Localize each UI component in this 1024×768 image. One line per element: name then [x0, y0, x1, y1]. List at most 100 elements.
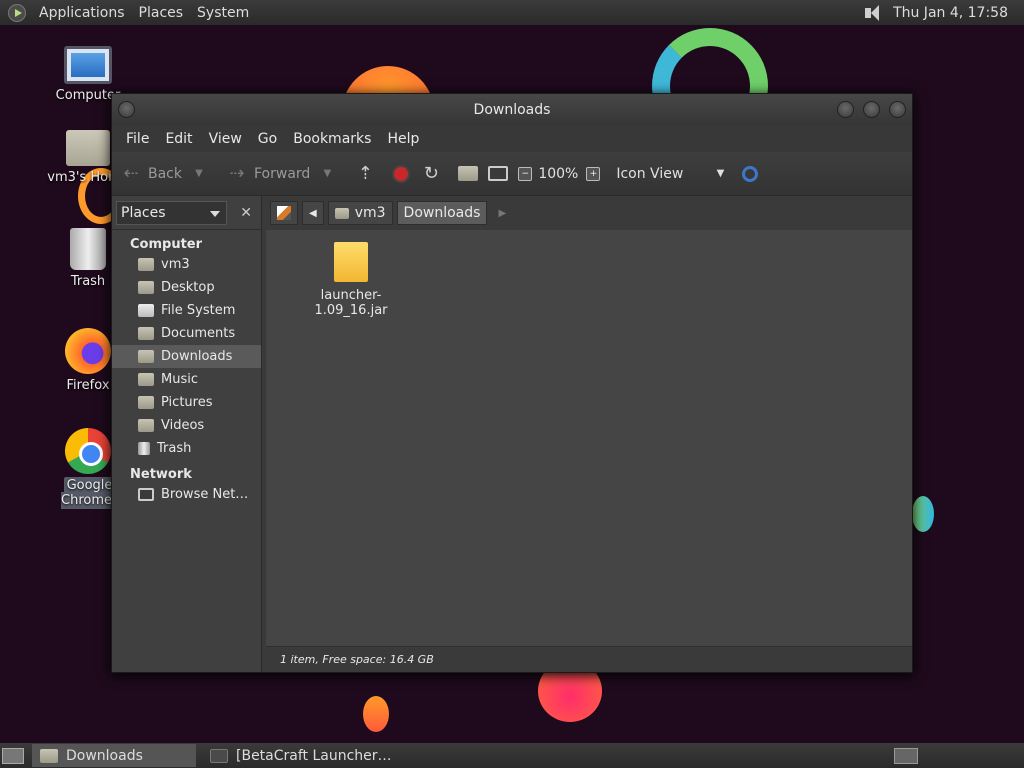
content-pane: ◀ vm3 Downloads ▶ launcher-1.09_16.jar 1…	[266, 196, 912, 672]
path-segment-downloads[interactable]: Downloads	[396, 201, 488, 225]
path-scroll-right-button[interactable]: ▶	[491, 201, 513, 225]
home-folder-icon	[66, 130, 110, 166]
home-icon	[458, 166, 479, 181]
path-scroll-left-button[interactable]: ◀	[302, 201, 324, 225]
window-titlebar[interactable]: Downloads	[112, 94, 912, 126]
zoom-in-icon[interactable]: +	[586, 166, 601, 181]
computer-button[interactable]	[488, 166, 509, 181]
panel-tray: Thu Jan 4, 17:58	[863, 4, 1024, 22]
sidebar-item-desktop[interactable]: Desktop	[112, 276, 261, 299]
pencil-icon	[277, 206, 291, 220]
zoom-out-icon[interactable]: −	[518, 166, 533, 181]
sidebar-item-music[interactable]: Music	[112, 368, 261, 391]
folder-icon	[138, 396, 154, 409]
folder-icon	[138, 350, 154, 363]
chevron-down-icon: ▼	[716, 168, 725, 179]
show-desktop-icon[interactable]	[2, 747, 24, 764]
sidebar-item-label: Pictures	[161, 395, 213, 410]
drive-icon	[138, 304, 154, 317]
view-mode-select[interactable]: Icon View ▼	[616, 166, 724, 182]
forward-button[interactable]: ⇢ Forward ▼	[226, 163, 344, 185]
bottom-panel: Downloads [BetaCraft Launcher…	[0, 743, 1024, 768]
file-name: launcher-1.09_16.jar	[314, 288, 388, 318]
sidebar-item-downloads[interactable]: Downloads	[112, 345, 261, 368]
search-button[interactable]	[734, 165, 759, 182]
file-item[interactable]: launcher-1.09_16.jar	[286, 242, 416, 318]
computer-icon	[488, 166, 509, 181]
workspace-switcher-icon[interactable]	[894, 747, 918, 764]
wallpaper-teal-blob	[912, 496, 934, 532]
window-title: Downloads	[473, 102, 551, 118]
menu-view[interactable]: View	[201, 131, 250, 147]
path-segment-label: Downloads	[403, 205, 481, 221]
forward-label: Forward	[254, 165, 311, 182]
sidebar-item-trash[interactable]: Trash	[112, 437, 261, 460]
window-body: Places ✕ Computer vm3 Desktop File Syste…	[112, 196, 912, 672]
computer-icon	[64, 46, 112, 84]
sidebar-mode-label: Places	[121, 204, 166, 221]
volume-icon[interactable]	[863, 4, 883, 22]
toolbar: ⇠ Back ▼ ⇢ Forward ▼ ⇡ ↻ − 100% + Icon V…	[112, 152, 912, 196]
sidebar: Places ✕ Computer vm3 Desktop File Syste…	[112, 196, 262, 672]
statusbar: 1 item, Free space: 16.4 GB	[266, 646, 912, 672]
folder-icon	[138, 327, 154, 340]
taskbar-item-label: [BetaCraft Launcher…	[236, 747, 392, 764]
pathbar: ◀ vm3 Downloads ▶	[266, 196, 912, 230]
menu-help[interactable]: Help	[379, 131, 427, 147]
system-menu[interactable]: System	[190, 5, 256, 21]
back-button[interactable]: ⇠ Back ▼	[120, 163, 216, 185]
sidebar-item-pictures[interactable]: Pictures	[112, 391, 261, 414]
reload-icon: ↻	[423, 163, 439, 184]
sidebar-item-label: Trash	[157, 441, 192, 456]
window-menu-button[interactable]	[118, 101, 135, 118]
maximize-button[interactable]	[863, 101, 880, 118]
firefox-icon	[65, 328, 111, 374]
menu-file[interactable]: File	[118, 131, 157, 147]
folder-icon	[138, 419, 154, 432]
search-icon	[742, 165, 759, 182]
folder-icon	[138, 281, 154, 294]
menu-bookmarks[interactable]: Bookmarks	[285, 131, 379, 147]
distro-logo-icon[interactable]	[8, 3, 26, 22]
menu-edit[interactable]: Edit	[157, 131, 200, 147]
sidebar-item-videos[interactable]: Videos	[112, 414, 261, 437]
close-button[interactable]	[889, 101, 906, 118]
sidebar-item-label: Music	[161, 372, 198, 387]
chevron-right-icon: ▶	[498, 207, 507, 219]
trash-icon	[70, 228, 106, 270]
taskbar-item-downloads[interactable]: Downloads	[32, 744, 196, 767]
sidebar-item-label: File System	[161, 303, 236, 318]
applications-menu[interactable]: Applications	[32, 5, 132, 21]
location-toggle-button[interactable]	[270, 201, 298, 225]
icon-view[interactable]: launcher-1.09_16.jar	[266, 230, 912, 646]
stop-icon	[392, 164, 411, 183]
sidebar-mode-select[interactable]: Places	[116, 200, 228, 225]
menu-go[interactable]: Go	[250, 131, 285, 147]
path-segment-vm3[interactable]: vm3	[327, 201, 393, 225]
sidebar-item-label: Documents	[161, 326, 236, 341]
clock[interactable]: Thu Jan 4, 17:58	[893, 5, 1008, 21]
back-history-dropdown-icon[interactable]: ▼	[188, 163, 210, 185]
sidebar-item-filesystem[interactable]: File System	[112, 299, 261, 322]
top-panel: Applications Places System Thu Jan 4, 17…	[0, 0, 1024, 25]
reload-button[interactable]: ↻	[420, 163, 448, 185]
up-button[interactable]: ⇡	[354, 163, 382, 185]
desktop-icon-label: Google Chrome	[61, 477, 115, 509]
sidebar-item-documents[interactable]: Documents	[112, 322, 261, 345]
close-sidebar-icon[interactable]: ✕	[235, 202, 257, 224]
minimize-button[interactable]	[837, 101, 854, 118]
sidebar-group-network: Network	[130, 467, 192, 482]
stop-button[interactable]	[392, 164, 411, 183]
forward-history-dropdown-icon[interactable]: ▼	[316, 163, 338, 185]
chevron-left-icon: ◀	[309, 207, 317, 219]
places-menu[interactable]: Places	[132, 5, 191, 21]
sidebar-header: Places ✕	[112, 196, 261, 230]
sidebar-item-vm3[interactable]: vm3	[112, 253, 261, 276]
sidebar-group-computer: Computer	[130, 237, 203, 252]
sidebar-item-browse-network[interactable]: Browse Net…	[112, 483, 261, 506]
path-segment-label: vm3	[354, 205, 386, 221]
sidebar-item-label: Downloads	[161, 349, 233, 364]
taskbar-item-betacraft[interactable]: [BetaCraft Launcher…	[202, 744, 400, 767]
home-button[interactable]	[458, 166, 479, 181]
zoom-level: 100%	[538, 165, 579, 182]
